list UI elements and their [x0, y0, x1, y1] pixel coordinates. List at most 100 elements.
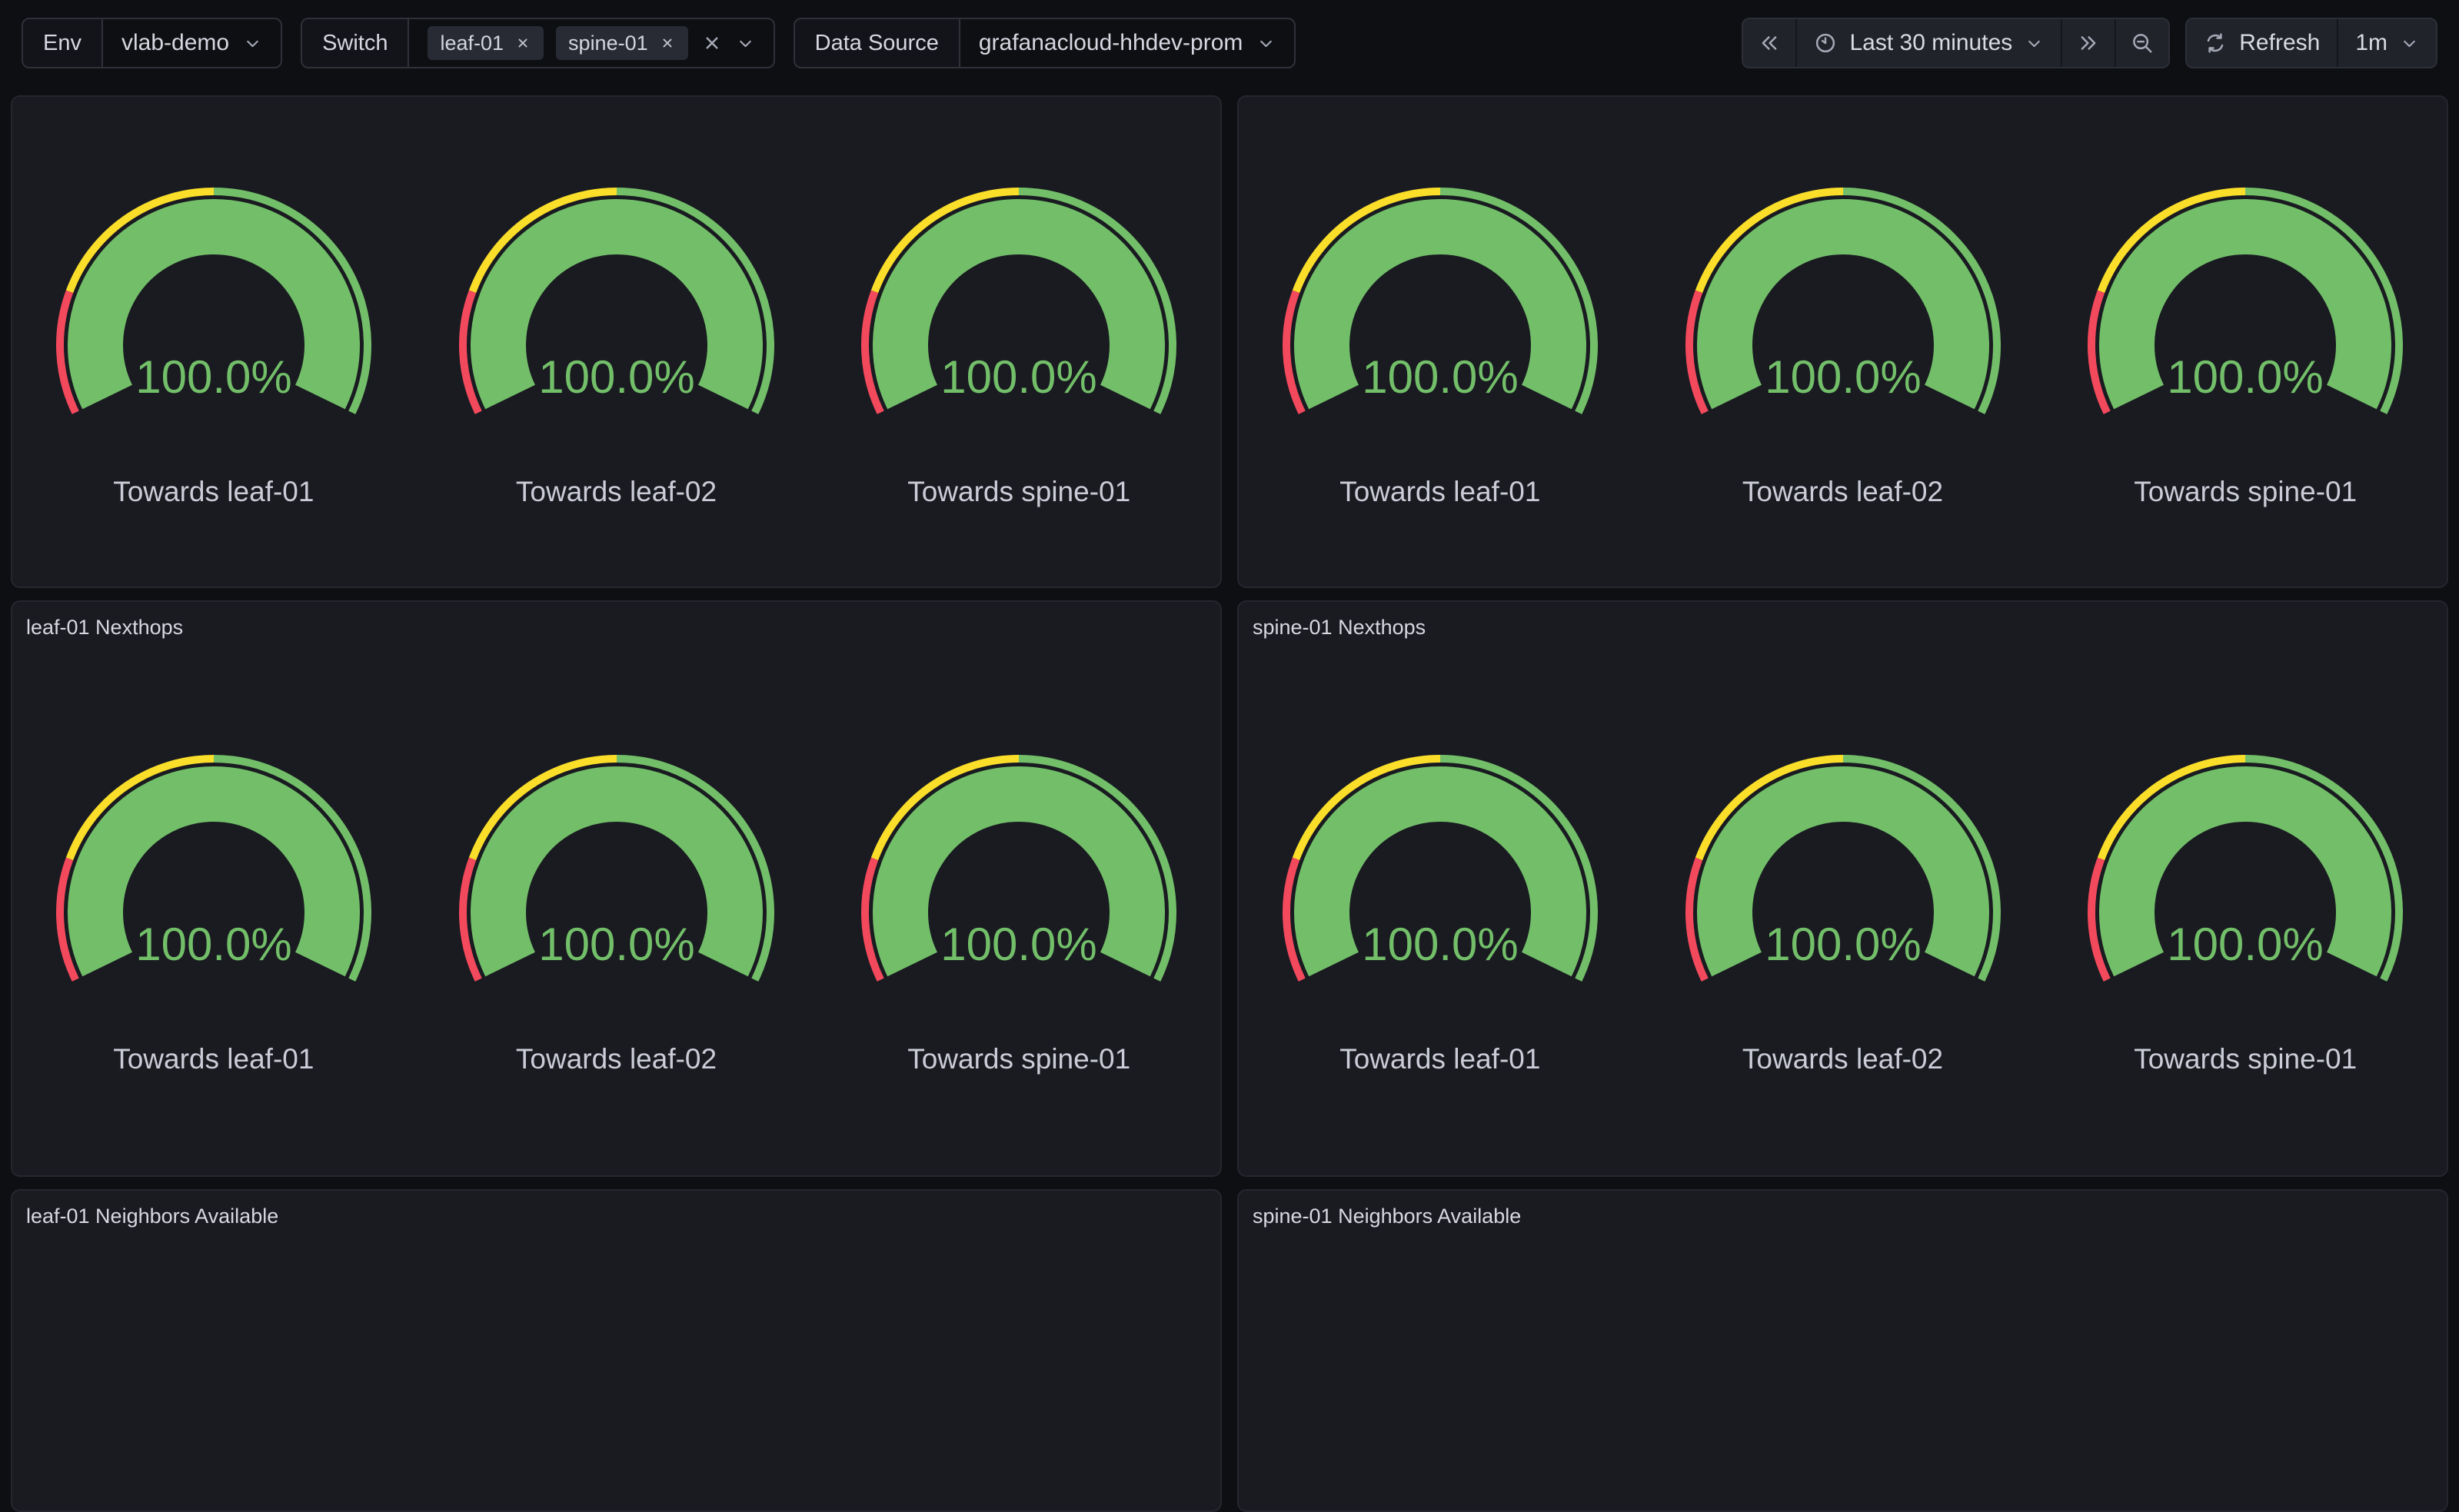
refresh-interval-picker[interactable]: 1m [2337, 19, 2436, 67]
switch-value-chip-label: spine-01 [568, 32, 648, 55]
switch-variable-control: Switch leaf-01 spine-01 [301, 18, 775, 68]
gauge-value-text: 100.0% [1362, 919, 1519, 970]
gauge-chart: 100.0% [1674, 176, 2012, 422]
gauge: 100.0% Towards leaf-01 [12, 743, 415, 1075]
gauge-title: Towards spine-01 [2134, 1043, 2357, 1075]
gauge: 100.0% Towards leaf-02 [1642, 743, 2045, 1075]
refresh-interval-value: 1m [2355, 30, 2387, 56]
panel-body: 100.0% Towards leaf-01 100.0% Towards leaf-… [12, 643, 1220, 1175]
gauge-title: Towards leaf-01 [1339, 1043, 1540, 1075]
dashboard-grid: 100.0% Towards leaf-01 100.0% Towards leaf-… [11, 95, 2448, 1512]
remove-value-icon[interactable] [514, 35, 531, 52]
panel: spine-01 Nexthops100.0%Towards leaf-0110… [1237, 600, 2448, 1177]
panel-title[interactable]: leaf-01 Nexthops [12, 602, 1220, 643]
gauge-chart: 100.0% [448, 176, 786, 422]
gauge: 100.0% Towards leaf-02 [1642, 176, 2045, 508]
datasource-variable-select[interactable]: grafanacloud-hhdev-prom [960, 19, 1295, 67]
gauge-value-text: 100.0% [538, 919, 695, 970]
gauge-chart: 100.0% [448, 743, 786, 989]
datasource-variable-label: Data Source [795, 19, 960, 67]
panel-title[interactable]: spine-01 Nexthops [1239, 602, 2447, 643]
gauge-title: Towards leaf-02 [516, 1043, 717, 1075]
gauge-value-text: 100.0% [1765, 351, 1922, 403]
gauge: 100.0% Towards leaf-02 [415, 176, 818, 508]
switch-value-chip-label: leaf-01 [440, 32, 504, 55]
env-variable-control: Env vlab-demo [22, 18, 282, 68]
gauge: 100.0% Towards spine-01 [817, 743, 1220, 1075]
env-variable-value: vlab-demo [121, 30, 229, 56]
gauge-title: Towards spine-01 [2134, 476, 2357, 508]
gauge-value-text: 100.0% [1765, 919, 1922, 970]
panel: spine-01 Neighbors Available [1237, 1189, 2448, 1512]
refresh-icon [2204, 32, 2227, 55]
env-variable-select[interactable]: vlab-demo [103, 19, 281, 67]
gauge-title: Towards leaf-01 [113, 476, 314, 508]
chevron-down-icon [2400, 34, 2419, 53]
gauge-chart: 100.0% [2076, 176, 2414, 422]
clock-icon [1814, 32, 1837, 55]
chevron-down-icon [736, 34, 755, 53]
gauge-value-text: 100.0% [2167, 919, 2324, 970]
gauge-value-text: 100.0% [135, 351, 292, 403]
gauge-chart: 100.0% [850, 176, 1188, 422]
refresh-group: Refresh 1m [2185, 18, 2437, 68]
panel-body [1239, 1232, 2447, 1510]
double-chevron-left-icon [1758, 32, 1781, 55]
chevron-down-icon [2025, 34, 2044, 53]
chevron-down-icon [1256, 34, 1276, 53]
gauge: 100.0% Towards spine-01 [817, 176, 1220, 508]
panel: 100.0% Towards leaf-01 100.0% Towards leaf-… [11, 95, 1222, 588]
switch-chip-list: leaf-01 spine-01 [428, 26, 687, 60]
panel-title[interactable]: spine-01 Neighbors Available [1239, 1191, 2447, 1232]
env-variable-label: Env [23, 19, 103, 67]
switch-variable-select[interactable]: leaf-01 spine-01 [409, 19, 773, 67]
gauge: 100.0% Towards spine-01 [2044, 176, 2447, 508]
gauge-title: Towards leaf-02 [1742, 476, 1943, 508]
gauge-title: Towards leaf-01 [113, 1043, 314, 1075]
switch-variable-label: Switch [302, 19, 409, 67]
switch-value-chip[interactable]: leaf-01 [428, 26, 544, 60]
gauge-value-text: 100.0% [538, 351, 695, 403]
gauge-title: Towards leaf-02 [516, 476, 717, 508]
gauge-chart: 100.0% [1674, 743, 2012, 989]
dashboard-toolbar: Env vlab-demo Switch leaf-01 spine-01 Dat… [0, 0, 2459, 86]
gauge-value-text: 100.0% [1362, 351, 1519, 403]
refresh-label: Refresh [2239, 30, 2320, 56]
panel-title[interactable]: leaf-01 Neighbors Available [12, 1191, 1220, 1232]
panel-body: 100.0% Towards leaf-01 100.0% Towards leaf-… [12, 97, 1220, 587]
panel: leaf-01 Nexthops100.0%Towards leaf-01100… [11, 600, 1222, 1177]
gauge: 100.0% Towards leaf-01 [12, 176, 415, 508]
time-zoom-out-button[interactable] [2115, 19, 2168, 67]
gauge: 100.0% Towards leaf-01 [1239, 176, 1642, 508]
time-shift-back-button[interactable] [1743, 19, 1795, 67]
gauge-title: Towards spine-01 [907, 1043, 1130, 1075]
panel-body: 100.0% Towards leaf-01 100.0% Towards leaf-… [1239, 97, 2447, 587]
switch-value-chip[interactable]: spine-01 [556, 26, 688, 60]
clear-values-icon[interactable] [700, 32, 724, 55]
gauge-chart: 100.0% [850, 743, 1188, 989]
gauge-chart: 100.0% [45, 176, 383, 422]
time-range-picker-button[interactable]: Last 30 minutes [1795, 19, 2061, 67]
gauge-title: Towards leaf-01 [1339, 476, 1540, 508]
refresh-button[interactable]: Refresh [2187, 19, 2337, 67]
double-chevron-right-icon [2077, 32, 2100, 55]
gauge-title: Towards spine-01 [907, 476, 1130, 508]
gauge-chart: 100.0% [1271, 176, 1609, 422]
chevron-down-icon [243, 34, 262, 53]
gauge: 100.0% Towards leaf-01 [1239, 743, 1642, 1075]
gauge-value-text: 100.0% [2167, 351, 2324, 403]
time-range-label: Last 30 minutes [1849, 30, 2012, 56]
panel-body [12, 1232, 1220, 1510]
datasource-variable-value: grafanacloud-hhdev-prom [979, 30, 1243, 56]
gauge-value-text: 100.0% [135, 919, 292, 970]
time-shift-forward-button[interactable] [2061, 19, 2115, 67]
toolbar-right-cluster: Last 30 minutes Refresh 1m [1742, 18, 2437, 68]
panel: leaf-01 Neighbors Available [11, 1189, 1222, 1512]
datasource-variable-control: Data Source grafanacloud-hhdev-prom [794, 18, 1296, 68]
remove-value-icon[interactable] [659, 35, 676, 52]
gauge: 100.0% Towards spine-01 [2044, 743, 2447, 1075]
gauge-value-text: 100.0% [940, 919, 1097, 970]
gauge-title: Towards leaf-02 [1742, 1043, 1943, 1075]
panel-body: 100.0% Towards leaf-01 100.0% Towards leaf-… [1239, 643, 2447, 1175]
gauge-chart: 100.0% [45, 743, 383, 989]
